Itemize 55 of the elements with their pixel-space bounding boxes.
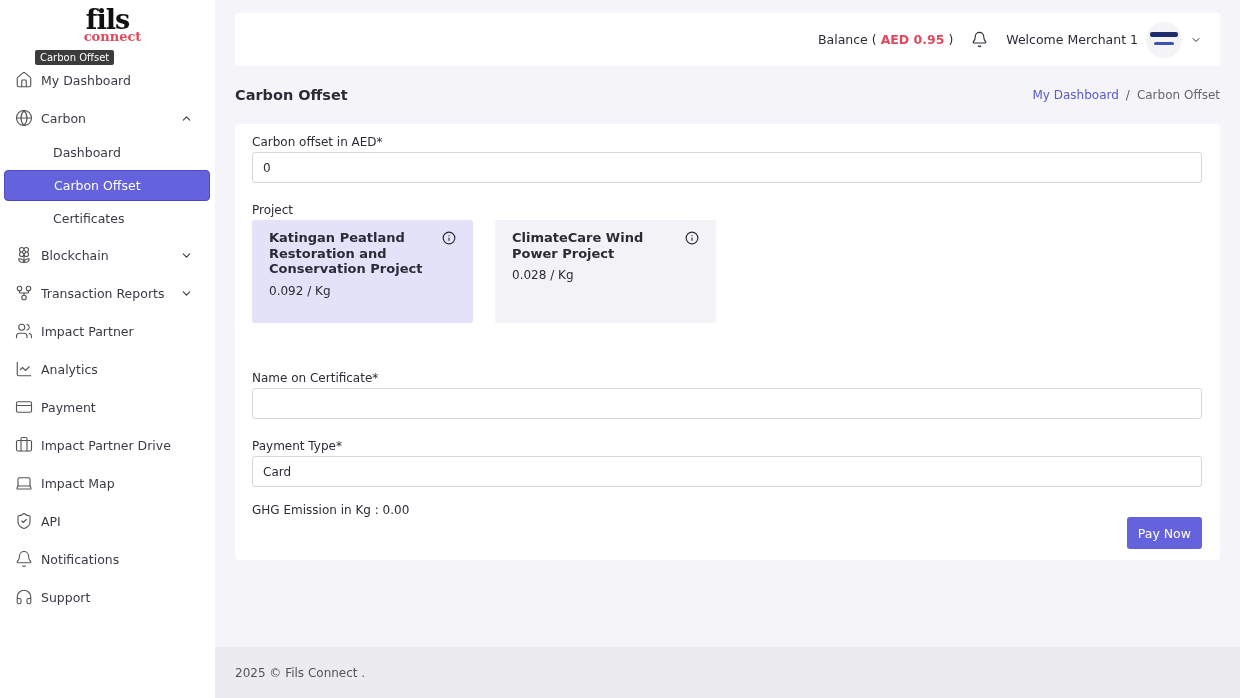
nav-subitem[interactable]: Carbon Offset	[4, 170, 210, 201]
breadcrumb-current: Carbon Offset	[1136, 88, 1220, 102]
credit-card-icon	[15, 398, 33, 416]
project-price: 0.092 / Kg	[269, 283, 332, 298]
flower-icon	[15, 246, 33, 264]
nav-item[interactable]: Impact Partner Drive	[0, 434, 215, 456]
ghg-emission-text: GHG Emission in Kg : 0.00	[252, 503, 411, 517]
nav-item[interactable]: Payment	[0, 396, 215, 418]
field-label: Payment Type*	[252, 439, 343, 453]
copyright-text: 2025 © Fils Connect .	[235, 665, 366, 680]
nav-item[interactable]: Impact Map	[0, 472, 215, 494]
nav-item[interactable]: Support	[0, 586, 215, 608]
amount-field[interactable]: 0	[252, 152, 1202, 183]
certificate-name-field[interactable]	[252, 388, 1202, 419]
nav-subitem[interactable]: Dashboard	[4, 137, 210, 168]
project-card[interactable]: ClimateCare Wind Power Project 0.028 / Kg	[495, 220, 716, 323]
project-card[interactable]: Katingan Peatland Restoration and Conservation Project 0.092 / Kg	[252, 220, 473, 323]
project-name: ClimateCare Wind Power Project	[512, 230, 645, 261]
breadcrumb-separator: /	[1125, 88, 1130, 102]
nav-item[interactable]: Impact Partner	[0, 320, 215, 342]
logo-subtitle: connect	[83, 30, 142, 43]
nav-item[interactable]: Analytics	[0, 358, 215, 380]
nav-item[interactable]: My Dashboard	[0, 69, 215, 91]
headphones-icon	[15, 588, 33, 606]
breadcrumb-link[interactable]: My Dashboard	[1032, 88, 1119, 102]
balance-text: Balance ( AED 0.95 )	[817, 32, 954, 47]
field-label: Carbon offset in AED*	[252, 135, 384, 149]
bell-icon	[15, 550, 33, 568]
logo-wordmark: fils	[85, 6, 130, 33]
field-label: Name on Certificate*	[252, 371, 380, 385]
nav-item[interactable]: Blockchain	[0, 244, 215, 266]
tooltip: Carbon Offset	[35, 50, 115, 65]
project-price: 0.028 / Kg	[512, 268, 575, 282]
payment-type-field[interactable]: Card	[252, 456, 1202, 487]
shield-check-icon	[15, 512, 33, 530]
pay-now-button[interactable]: Pay Now	[1126, 517, 1202, 549]
nav-item[interactable]: Carbon	[0, 107, 215, 129]
nav-item[interactable]: Notifications	[0, 548, 215, 570]
project-name: Katingan Peatland Restoration and Conservation Project	[269, 230, 424, 277]
info-icon[interactable]	[685, 231, 699, 245]
nav-item[interactable]: API	[0, 510, 215, 532]
laptop-icon	[15, 474, 33, 492]
home-icon	[15, 71, 33, 89]
welcome-text: Welcome Merchant 1	[1006, 32, 1138, 47]
nav-item[interactable]: Transaction Reports	[0, 282, 215, 304]
briefcase-icon	[15, 436, 33, 454]
bell-icon[interactable]	[971, 31, 989, 48]
field-label: Project	[252, 203, 295, 217]
nav-subitem[interactable]: Certificates	[4, 203, 210, 234]
globe-icon	[15, 109, 33, 127]
page-title: Carbon Offset	[235, 87, 348, 103]
fork-icon	[15, 284, 33, 302]
users-icon	[15, 322, 33, 340]
info-icon[interactable]	[442, 231, 456, 245]
line-chart-icon	[15, 360, 33, 378]
